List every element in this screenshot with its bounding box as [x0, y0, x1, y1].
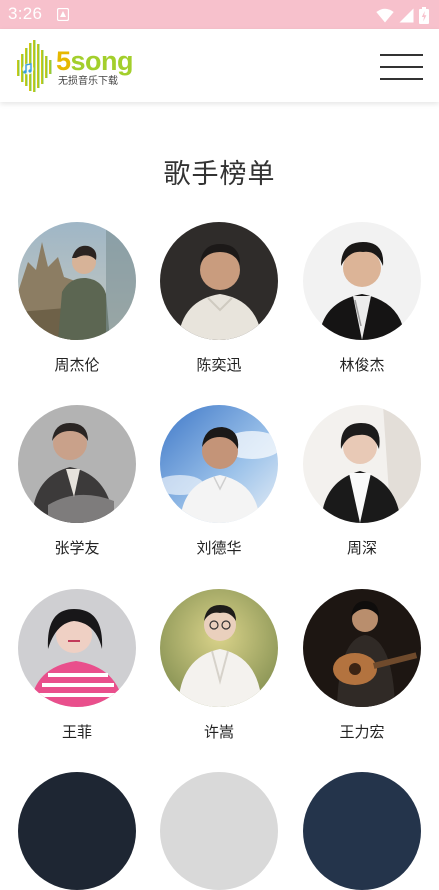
artist-card[interactable]: 周杰伦	[17, 222, 137, 375]
artist-card[interactable]: 刘德华	[159, 405, 279, 558]
artist-avatar-partial[interactable]	[18, 772, 136, 890]
artist-name: 王菲	[61, 723, 92, 741]
equalizer-logo-icon	[17, 40, 52, 92]
menu-line	[380, 54, 423, 56]
notification-icon	[57, 8, 69, 21]
artist-card[interactable]: 周深	[302, 405, 422, 558]
logo-number: 5	[56, 46, 71, 76]
artist-name: 林俊杰	[339, 356, 385, 374]
status-icons	[376, 6, 429, 24]
artist-avatar	[18, 222, 136, 340]
artist-name: 陈奕迅	[196, 356, 242, 374]
signal-icon	[399, 8, 414, 22]
artist-name: 刘德华	[196, 539, 242, 557]
artist-avatar	[160, 772, 278, 890]
artist-avatar-partial[interactable]	[160, 772, 278, 890]
artist-avatar	[303, 772, 421, 890]
artist-avatar-partial[interactable]	[303, 772, 421, 890]
artist-card[interactable]: 王菲	[17, 589, 137, 742]
logo-tagline: 无损音乐下载	[58, 76, 118, 87]
artist-name: 张学友	[54, 539, 100, 557]
artist-avatar	[160, 405, 278, 523]
hamburger-menu-icon[interactable]	[380, 54, 423, 80]
site-logo[interactable]: 5song 无损音乐下载	[16, 38, 150, 94]
artist-card[interactable]: 王力宏	[302, 589, 422, 742]
artist-avatar	[160, 589, 278, 707]
artist-name: 王力宏	[339, 723, 385, 741]
artist-card[interactable]: 林俊杰	[302, 222, 422, 375]
logo-word: song	[70, 46, 134, 76]
artist-avatar	[160, 222, 278, 340]
status-bar: 3:26	[0, 0, 439, 29]
menu-line	[380, 78, 423, 80]
artist-avatar	[303, 222, 421, 340]
artist-avatar	[303, 405, 421, 523]
menu-line	[380, 66, 423, 68]
artist-name: 周杰伦	[54, 356, 100, 374]
page-title: 歌手榜单	[163, 159, 276, 190]
artist-name: 周深	[346, 539, 377, 557]
app-header: 5song 无损音乐下载	[0, 29, 439, 102]
artist-avatar	[18, 405, 136, 523]
artist-avatar	[18, 589, 136, 707]
artist-avatar	[18, 772, 136, 890]
artist-card[interactable]: 张学友	[17, 405, 137, 558]
artist-avatar	[303, 589, 421, 707]
battery-icon	[419, 6, 429, 24]
logo-wordmark: 5song	[56, 46, 134, 76]
artist-name: 许嵩	[203, 723, 234, 741]
artist-card[interactable]: 陈奕迅	[159, 222, 279, 375]
artist-card[interactable]: 许嵩	[159, 589, 279, 742]
status-time: 3:26	[8, 4, 43, 23]
wifi-icon	[376, 8, 394, 22]
